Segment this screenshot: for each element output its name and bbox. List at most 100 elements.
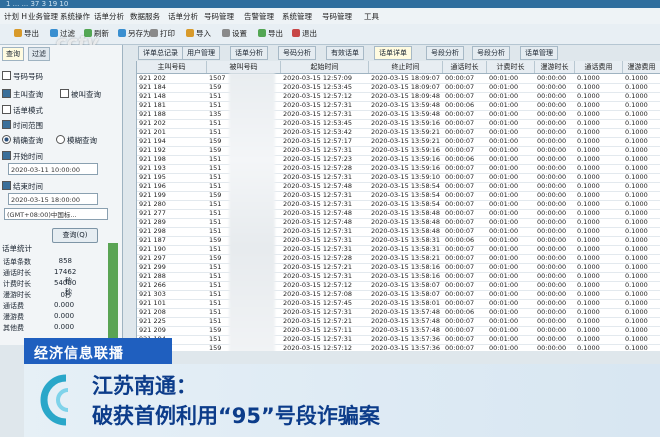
menu-item[interactable]: 工具: [364, 11, 379, 22]
table-cell: 2020-03-15 13:59:16: [371, 164, 441, 172]
tab-item[interactable]: 话单详单: [374, 46, 412, 60]
table-row[interactable]: 921 1921592020-03-15 12:57:122020-03-15 …: [137, 344, 660, 351]
query-panel: 查询 过滤 号码号码 主叫查询 被叫查询 话单模式 时间范围 精确查询 模糊查询…: [0, 45, 123, 345]
table-cell: 00:00:07: [445, 110, 475, 118]
radio-exact[interactable]: 精确查询: [2, 135, 43, 146]
menu-item[interactable]: 话单分析: [168, 11, 198, 22]
table-cell: 00:01:00: [489, 83, 519, 91]
tab-item[interactable]: 话单管理: [520, 46, 558, 60]
menu-item[interactable]: 业务管理: [28, 11, 58, 22]
table-cell: 00:00:00: [537, 119, 567, 127]
column-header[interactable]: 主叫号码: [137, 61, 207, 73]
column-header[interactable]: 被叫号码: [207, 61, 281, 73]
column-header[interactable]: 起始时间: [281, 61, 369, 73]
checkbox-icon[interactable]: [2, 71, 11, 80]
radio-icon[interactable]: [56, 135, 65, 144]
table-cell: 00:00:07: [445, 344, 475, 351]
column-header[interactable]: 漫游时长: [535, 61, 575, 73]
checkbox-icon[interactable]: [2, 105, 11, 114]
option-number[interactable]: 号码号码: [2, 71, 43, 82]
menu-item[interactable]: 告警管理: [244, 11, 274, 22]
column-header[interactable]: 终止时间: [369, 61, 443, 73]
table-cell: 921 195: [139, 173, 166, 181]
checkbox-icon[interactable]: [2, 151, 11, 160]
stat-label: 通话时长: [3, 269, 31, 277]
toolbar-button[interactable]: 打印: [150, 28, 175, 39]
option-caller[interactable]: 主叫查询: [2, 89, 43, 100]
menu-item[interactable]: 话单分析: [94, 11, 124, 22]
stat-value: 858: [58, 257, 72, 265]
menu-item[interactable]: 系统操作: [60, 11, 90, 22]
table-cell: 0.1000: [577, 191, 600, 199]
table-cell: 2020-03-15 13:58:54: [371, 182, 441, 190]
table-cell: 2020-03-15 13:58:48: [371, 209, 441, 217]
end-time-input[interactable]: 2020-03-15 18:00:00: [8, 193, 98, 205]
tab-item[interactable]: 有效话单: [326, 46, 364, 60]
toolbar-button[interactable]: 导出: [258, 28, 283, 39]
stat-value: 0.000: [54, 301, 75, 309]
table-cell: 0.1000: [625, 92, 648, 100]
radio-icon[interactable]: [2, 135, 11, 144]
table-cell: 00:00:07: [445, 191, 475, 199]
table-cell: 0.1000: [577, 128, 600, 136]
start-time-input[interactable]: 2020-03-11 10:00:00: [8, 163, 98, 175]
column-header[interactable]: 通话时长: [443, 61, 487, 73]
menu-item[interactable]: 数据服务: [130, 11, 160, 22]
toolbar-button[interactable]: 导出: [14, 28, 39, 39]
tab-filter[interactable]: 过滤: [28, 47, 50, 61]
radio-fuzzy[interactable]: 模糊查询: [56, 135, 97, 146]
table-cell: 0.1000: [577, 92, 600, 100]
table-cell: 0.1000: [625, 74, 648, 82]
table-cell: 0.1000: [577, 272, 600, 280]
menu-item[interactable]: 号码管理: [322, 11, 352, 22]
table-cell: 00:00:00: [537, 326, 567, 334]
column-header[interactable]: 通话费用: [575, 61, 623, 73]
toolbar-button[interactable]: 另存为: [118, 28, 151, 39]
checkbox-icon[interactable]: [2, 181, 11, 190]
table-cell: 921 209: [139, 326, 166, 334]
toolbar-button[interactable]: 退出: [292, 28, 317, 39]
toolbar-button[interactable]: 导入: [186, 28, 211, 39]
table-cell: 2020-03-15 13:58:31: [371, 236, 441, 244]
tab-item[interactable]: 详单总记录: [138, 46, 183, 60]
tab-item[interactable]: 号段分析: [472, 46, 510, 60]
menu-item[interactable]: 计划 H: [4, 11, 27, 22]
checkbox-icon[interactable]: [2, 120, 11, 129]
tab-item[interactable]: 用户管理: [182, 46, 220, 60]
query-button[interactable]: 查询(Q): [52, 228, 98, 243]
column-header[interactable]: 漫游费用: [623, 61, 660, 73]
table-cell: 2020-03-15 12:57:31: [283, 335, 353, 343]
table-cell: 00:00:00: [537, 173, 567, 181]
column-header[interactable]: 计费时长: [487, 61, 535, 73]
end-time-label[interactable]: 结束时间: [2, 181, 43, 192]
menu-item[interactable]: 系统管理: [282, 11, 312, 22]
table-cell: 921 192: [139, 146, 166, 154]
table-cell: 0.1000: [577, 74, 600, 82]
table-cell: 0.1000: [577, 101, 600, 109]
start-time-label[interactable]: 开始时间: [2, 151, 43, 162]
table-cell: 0.1000: [577, 209, 600, 217]
checkbox-icon[interactable]: [2, 89, 11, 98]
timezone-select[interactable]: (GMT+08:00)中国标...: [4, 208, 108, 220]
table-cell: 2020-03-15 12:57:31: [283, 308, 353, 316]
table-cell: 00:00:00: [537, 299, 567, 307]
table-cell: 2020-03-15 12:57:48: [283, 218, 353, 226]
table-cell: 0.1000: [577, 263, 600, 271]
option-mode[interactable]: 话单模式: [2, 105, 43, 116]
table-cell: 0.1000: [625, 218, 648, 226]
table-cell: 2020-03-15 12:57:31: [283, 173, 353, 181]
option-time-range[interactable]: 时间范围: [2, 120, 43, 131]
table-cell: 0.1000: [577, 155, 600, 163]
tab-item[interactable]: 号码分析: [278, 46, 316, 60]
table-cell: 0.1000: [625, 209, 648, 217]
tab-item[interactable]: 话单分析: [230, 46, 268, 60]
checkbox-icon[interactable]: [60, 89, 69, 98]
tab-query[interactable]: 查询: [2, 47, 24, 61]
option-callee[interactable]: 被叫查询: [60, 89, 101, 100]
table-cell: 00:01:00: [489, 146, 519, 154]
menu-item[interactable]: 号码管理: [204, 11, 234, 22]
tab-item[interactable]: 号段分析: [426, 46, 464, 60]
table-cell: 00:00:00: [537, 83, 567, 91]
toolbar-button[interactable]: 设置: [222, 28, 247, 39]
table-cell: 921 303: [139, 290, 166, 298]
